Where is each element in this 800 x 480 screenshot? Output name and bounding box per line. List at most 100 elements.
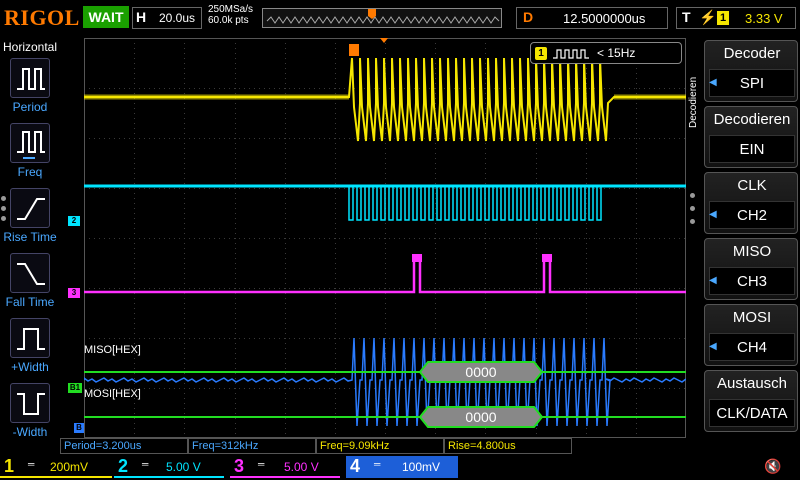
scroll-dot <box>1 206 6 211</box>
freq2-result[interactable]: Freq=9.09kHz <box>316 438 444 454</box>
miso-source-button[interactable]: MISO CH3 ◀ <box>704 238 798 300</box>
frequency-icon <box>17 131 45 159</box>
ch2-number: 2 <box>118 456 129 476</box>
clk-title: CLK <box>737 177 767 194</box>
ch1-scale: 200mV <box>50 460 89 474</box>
dc-coupling-icon: ═ <box>28 459 35 469</box>
freq-label: Freq <box>17 165 43 179</box>
period-label: Period <box>12 100 48 114</box>
chevron-left-icon: ◀ <box>709 77 717 88</box>
dc-coupling-icon: ═ <box>374 459 381 469</box>
clk-value: CH2 <box>709 201 795 229</box>
chevron-left-icon: ◀ <box>709 275 717 286</box>
horizontal-timebase[interactable]: H 20.0us <box>132 7 202 29</box>
decoder-value: SPI <box>709 69 795 97</box>
neg-width-label: -Width <box>12 425 48 439</box>
swap-title: Austausch <box>716 375 788 392</box>
miso-value: CH3 <box>709 267 795 295</box>
counter-value: < 15Hz <box>597 46 636 60</box>
measurement-results: Period=3.200us Freq=312kHz Freq=9.09kHz … <box>60 438 688 454</box>
freq-result[interactable]: Freq=312kHz <box>188 438 316 454</box>
ch3-number: 3 <box>234 456 245 476</box>
mosi-bus-label: MOSI[HEX] <box>84 388 141 400</box>
swap-value: CLK/DATA <box>709 399 795 427</box>
delay-value: 12.5000000us <box>563 11 646 26</box>
period-result[interactable]: Period=3.200us <box>60 438 188 454</box>
scroll-dot <box>1 196 6 201</box>
top-status-bar: RIGOL WAIT H 20.0us 250MSa/s 60.0k pts D… <box>0 0 800 38</box>
counter-source: 1 <box>535 47 547 60</box>
clk-source-button[interactable]: CLK CH2 ◀ <box>704 172 798 234</box>
measure-freq-button[interactable] <box>10 123 50 163</box>
menu-vertical-title: Decodieren <box>688 76 699 128</box>
ch3-scale: 5.00 V <box>284 460 319 474</box>
miso-title: MISO <box>732 243 772 260</box>
waveform-traces <box>84 38 686 428</box>
rising-edge-icon: ⚡ <box>699 9 717 25</box>
decoder-select-button[interactable]: Decoder SPI ◀ <box>704 40 798 102</box>
ch4-scale: 100mV <box>402 460 441 474</box>
miso-bus-label: MISO[HEX] <box>84 344 141 356</box>
dc-coupling-icon: ═ <box>142 459 149 469</box>
frequency-counter: 1 < 15Hz <box>530 42 682 64</box>
ch1-status[interactable]: 1 ═ 200mV <box>0 456 112 478</box>
swap-clk-data-button[interactable]: Austausch CLK/DATA <box>704 370 798 432</box>
channel-status-bar: 1 ═ 200mV 2 ═ 5.00 V 3 ═ 5.00 V 4 ═ 100m… <box>0 454 800 480</box>
rise-time-icon <box>17 198 45 220</box>
memory-overview-strip[interactable] <box>262 8 502 28</box>
measure-rise-time-button[interactable] <box>10 188 50 228</box>
rise-result[interactable]: Rise=4.800us <box>444 438 572 454</box>
horizontal-label: H <box>136 9 147 25</box>
sample-rate: 250MSa/s <box>208 4 254 15</box>
mosi-value: CH4 <box>709 333 795 361</box>
bus1-marker[interactable]: B1 <box>68 383 82 393</box>
scroll-dot <box>1 216 6 221</box>
negative-width-icon <box>17 393 45 415</box>
dc-coupling-icon: ═ <box>258 459 265 469</box>
memory-waveform-preview <box>266 9 500 24</box>
ch4-number: 4 <box>350 456 361 476</box>
ch4-status[interactable]: 4 ═ 100mV <box>346 456 458 478</box>
timebase-value: 20.0us <box>159 11 196 25</box>
trigger-level: 3.33 V <box>745 11 783 26</box>
decode-enable-button[interactable]: Decodieren EIN <box>704 106 798 168</box>
measure-period-button[interactable] <box>10 58 50 98</box>
chevron-left-icon: ◀ <box>709 209 717 220</box>
trigger-source: 1 <box>717 11 729 25</box>
ch1-number: 1 <box>4 456 15 476</box>
measure-fall-time-button[interactable] <box>10 253 50 293</box>
mosi-source-button[interactable]: MOSI CH4 ◀ <box>704 304 798 366</box>
decode-enable-value: EIN <box>709 135 795 163</box>
measure-neg-width-button[interactable] <box>10 383 50 423</box>
waveform-display[interactable]: 2 3 B1 B 1 < 15Hz MISO[HEX] MOSI[HEX] 00… <box>68 38 686 438</box>
positive-width-icon <box>17 328 45 350</box>
measure-pos-width-button[interactable] <box>10 318 50 358</box>
acquisition-info: 250MSa/s 60.0k pts <box>208 4 253 26</box>
scroll-dot <box>690 219 695 224</box>
chevron-left-icon: ◀ <box>709 341 717 352</box>
ch3-offset-marker[interactable]: 3 <box>68 288 80 298</box>
decode-menu: Decodieren Decoder SPI ◀ Decodieren EIN … <box>688 38 800 440</box>
bus2-marker[interactable]: B <box>74 423 84 433</box>
ch2-scale: 5.00 V <box>166 460 201 474</box>
memory-depth: 60.0k pts <box>208 15 249 26</box>
mosi-bus-value: 0000 <box>465 409 497 425</box>
miso-bus-value: 0000 <box>465 364 497 380</box>
fall-time-label: Fall Time <box>5 295 55 309</box>
period-icon <box>17 68 45 90</box>
fall-time-icon <box>17 263 45 285</box>
scroll-dot <box>690 193 695 198</box>
delay-readout[interactable]: D 12.5000000us <box>516 7 668 29</box>
run-status-badge[interactable]: WAIT <box>83 6 129 28</box>
speaker-muted-icon[interactable]: 🔇 <box>764 458 781 475</box>
ch3-status[interactable]: 3 ═ 5.00 V <box>230 456 340 478</box>
trigger-readout[interactable]: T ⚡ 1 3.33 V <box>676 7 796 29</box>
pos-width-label: +Width <box>11 360 49 374</box>
ch2-status[interactable]: 2 ═ 5.00 V <box>114 456 224 478</box>
ch2-offset-marker[interactable]: 2 <box>68 216 80 226</box>
scroll-dot <box>690 206 695 211</box>
panel-title: Horizontal <box>3 40 58 54</box>
mosi-title: MOSI <box>732 309 772 326</box>
brand-logo: RIGOL <box>4 5 80 30</box>
decoder-title: Decoder <box>723 45 781 62</box>
